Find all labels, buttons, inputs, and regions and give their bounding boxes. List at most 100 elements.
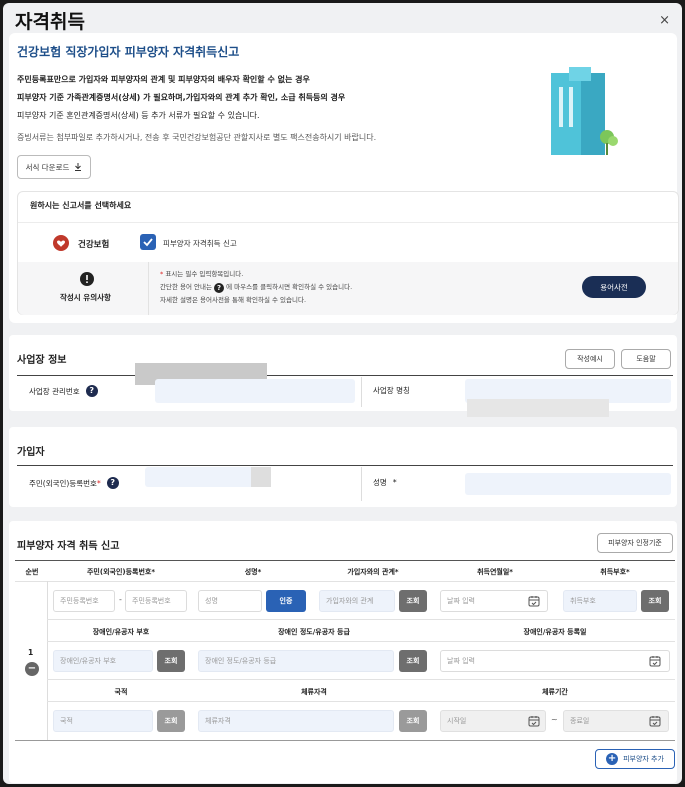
col-header: 성명* <box>244 568 262 576</box>
divider <box>47 619 675 620</box>
add-dependent-button[interactable]: + 피부양자 추가 <box>595 749 675 769</box>
verify-button[interactable]: 인증 <box>266 590 306 612</box>
calendar-icon[interactable] <box>528 715 540 727</box>
disability-grade-lookup-button[interactable]: 조회 <box>399 650 427 672</box>
col-header: 장애인/유공자 부호 <box>92 628 150 636</box>
add-label: 피부양자 추가 <box>623 755 664 763</box>
divider <box>361 377 362 407</box>
disability-grade-input[interactable]: 장애인 정도/유공자 등급 <box>198 650 394 672</box>
download-icon <box>75 163 82 171</box>
stay-status-input[interactable]: 체류자격 <box>198 710 394 732</box>
nationality-input[interactable]: 국적 <box>53 710 153 732</box>
col-header: 취득연월일* <box>477 568 513 576</box>
note-line: 에 마우스를 클릭하시면 확인하실 수 있습니다. <box>226 283 353 291</box>
col-header: 취득부호* <box>600 568 630 576</box>
divider <box>15 740 675 741</box>
col-header: 순번 <box>25 568 39 576</box>
rrn-field <box>145 467 265 487</box>
col-header: 장애인 정도/유공자 등급 <box>278 628 350 636</box>
notice-line: 피부양자 기준 가족관계증명서(상세) 가 필요하며,가입자와의 관계 추가 확… <box>17 93 346 102</box>
disability-code-lookup-button[interactable]: 조회 <box>157 650 185 672</box>
row-number: 1 <box>28 648 34 657</box>
nationality-lookup-button[interactable]: 조회 <box>157 710 185 732</box>
label-text: 주민(외국인)등록번호 <box>29 478 97 488</box>
acq-code-input[interactable]: 취득부호 <box>563 590 637 612</box>
help-question-icon[interactable]: ? <box>106 477 119 489</box>
divider <box>15 560 675 561</box>
section-title: 가입자 <box>17 447 45 458</box>
rrn1-input[interactable]: 주민등록번호 <box>53 590 115 612</box>
required-star: * <box>160 270 164 278</box>
divider <box>47 641 675 642</box>
calendar-icon[interactable] <box>649 715 661 727</box>
report-select-box: 원하시는 신고서를 선택하세요 건강보험 피부양자 자격취득 신고 작성시 유의… <box>17 191 679 315</box>
workplace-name-label: 사업장 명칭 <box>373 386 410 395</box>
relation-input[interactable]: 가입자와의 관계 <box>319 590 395 612</box>
dash-separator: - <box>119 595 122 604</box>
col-header: 체류기간 <box>542 688 568 696</box>
notice-extra: 증빙서류는 첨부파일로 추가하시거나, 전송 후 국민건강보험공단 관할지사로 … <box>17 133 377 142</box>
insurance-label: 건강보험 <box>78 240 110 250</box>
range-separator: ~ <box>551 715 558 724</box>
mgmt-no-label: 사업장 관리번호 ? <box>29 385 98 397</box>
divider <box>47 581 48 741</box>
check-icon <box>143 238 153 247</box>
rrn2-input[interactable]: 주민등록번호 <box>125 590 187 612</box>
form-title: 건강보험 직장가입자 피부양자 자격취득신고 <box>17 45 240 59</box>
disability-date-input[interactable]: 날짜 입력 <box>440 650 670 672</box>
example-button[interactable]: 작성예시 <box>565 349 615 369</box>
label-text: 성명 <box>373 478 387 487</box>
required-star: * <box>96 478 101 488</box>
subscriber-name-field <box>465 473 671 495</box>
exclamation-icon <box>80 272 94 286</box>
mgmt-no-field <box>155 379 355 403</box>
select-prompt: 원하시는 신고서를 선택하세요 <box>30 201 132 210</box>
remove-row-button[interactable]: − <box>25 662 39 676</box>
disability-code-input[interactable]: 장애인/유공자 부호 <box>53 650 153 672</box>
notice-line: 주민등록표만으로 가입자와 피부양자의 관계 및 피부양자의 배우자 확인할 수… <box>17 75 310 84</box>
col-header: 주민(외국인)등록번호* <box>86 568 156 576</box>
col-header: 가입자와의 관계* <box>347 568 399 576</box>
checkbox-label: 피부양자 자격취득 신고 <box>163 239 237 248</box>
required-star: * <box>392 478 397 487</box>
plus-icon: + <box>606 753 619 765</box>
stay-status-lookup-button[interactable]: 조회 <box>399 710 427 732</box>
note-line: 표시는 필수 입력항목입니다. <box>165 270 244 278</box>
divider <box>47 701 675 702</box>
divider <box>15 581 675 582</box>
form-download-button[interactable]: 서식 다운로드 <box>17 155 91 179</box>
health-insurance-logo-icon <box>53 235 69 251</box>
workplace-section: 사업장 정보 작성예시 도움말 사업장 관리번호 ? 사업장 명칭 <box>9 335 677 417</box>
divider <box>148 262 149 315</box>
dictionary-button[interactable]: 용어사전 <box>582 276 646 298</box>
calendar-icon[interactable] <box>649 655 661 667</box>
relation-lookup-button[interactable]: 조회 <box>399 590 427 612</box>
note-line: 간단한 용어 안내는 <box>160 283 212 291</box>
caution-notes: * 표시는 필수 입력항목입니다. 간단한 용어 안내는 ? 에 마우스를 클릭… <box>160 268 352 307</box>
divider <box>47 679 675 680</box>
caution-area: 작성시 유의사항 * 표시는 필수 입력항목입니다. 간단한 용어 안내는 ? … <box>18 262 678 315</box>
redacted-block <box>251 467 271 487</box>
divider <box>361 467 362 501</box>
close-button[interactable]: × <box>659 13 670 28</box>
criteria-button[interactable]: 피부양자 인정기준 <box>597 533 673 553</box>
download-label: 서식 다운로드 <box>25 162 70 172</box>
acq-code-lookup-button[interactable]: 조회 <box>641 590 669 612</box>
label-text: 사업장 관리번호 <box>29 386 80 396</box>
section-title: 피부양자 자격 취득 신고 <box>17 541 120 552</box>
subscriber-name-label: 성명 * <box>373 477 397 488</box>
modal-window: 자격취득 × 건강보험 직장가입자 피부양자 자격취득신고 주민등록표만으로 가… <box>3 3 682 784</box>
help-question-icon[interactable]: ? <box>85 385 98 397</box>
form-header-card: 건강보험 직장가입자 피부양자 자격취득신고 주민등록표만으로 가입자와 피부양… <box>9 33 679 323</box>
notice-block: 주민등록표만으로 가입자와 피부양자의 관계 및 피부양자의 배우자 확인할 수… <box>17 71 537 147</box>
dependent-name-input[interactable]: 성명 <box>198 590 262 612</box>
dependent-report-checkbox[interactable] <box>140 234 156 250</box>
divider <box>18 222 678 223</box>
question-icon: ? <box>214 283 225 293</box>
divider <box>17 375 673 376</box>
help-button[interactable]: 도움말 <box>621 349 671 369</box>
calendar-icon[interactable] <box>528 595 540 607</box>
section-title: 사업장 정보 <box>17 355 67 366</box>
rrn-label: 주민(외국인)등록번호* ? <box>29 477 119 489</box>
note-line: 자세한 설명은 용어사전을 통해 확인하실 수 있습니다. <box>160 296 307 304</box>
